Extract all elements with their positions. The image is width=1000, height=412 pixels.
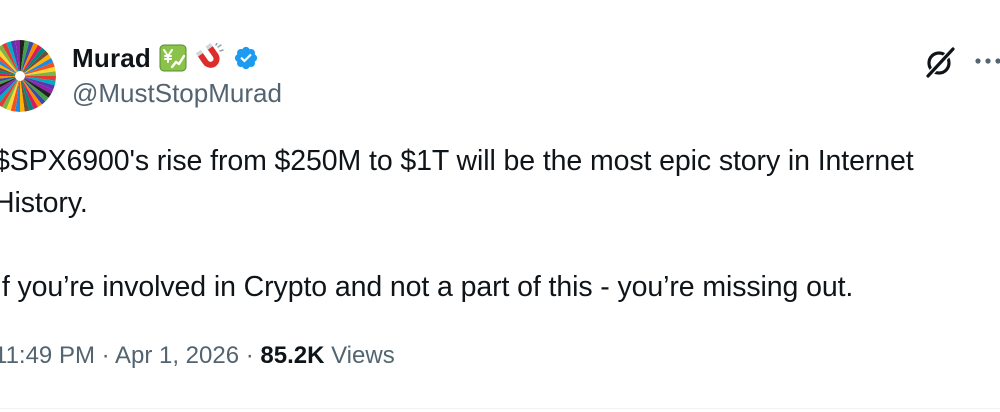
meta-separator: · — [94, 342, 115, 369]
tweet-text: $SPX6900's rise from $250M to $1T will b… — [0, 145, 914, 303]
tweet-card: Murad @MustStopMurad $SPX6900's rise fro… — [0, 0, 1000, 412]
views-count[interactable]: 85.2K — [260, 342, 324, 369]
magnet-emoji-icon — [195, 43, 225, 73]
meta-separator: · — [239, 342, 261, 369]
avatar-image — [0, 40, 56, 112]
tweet-date[interactable]: Apr 1, 2026 — [115, 342, 239, 369]
tweet-time[interactable]: 11:49 PM — [0, 342, 95, 369]
display-name[interactable]: Murad — [72, 43, 151, 74]
tweet-metadata: 11:49 PM · Apr 1, 2026 · 85.2K Views — [0, 342, 395, 370]
name-row: Murad — [72, 40, 282, 76]
divider — [0, 408, 1000, 409]
views-label: Views — [324, 342, 395, 369]
grok-icon[interactable] — [922, 44, 958, 80]
yen-chart-emoji-icon — [159, 44, 187, 72]
tweet-header: Murad @MustStopMurad — [72, 40, 282, 109]
user-handle[interactable]: @MustStopMurad — [72, 78, 282, 109]
verified-badge-icon[interactable] — [233, 45, 259, 71]
more-options-icon[interactable] — [972, 46, 1000, 76]
avatar[interactable] — [0, 40, 56, 112]
